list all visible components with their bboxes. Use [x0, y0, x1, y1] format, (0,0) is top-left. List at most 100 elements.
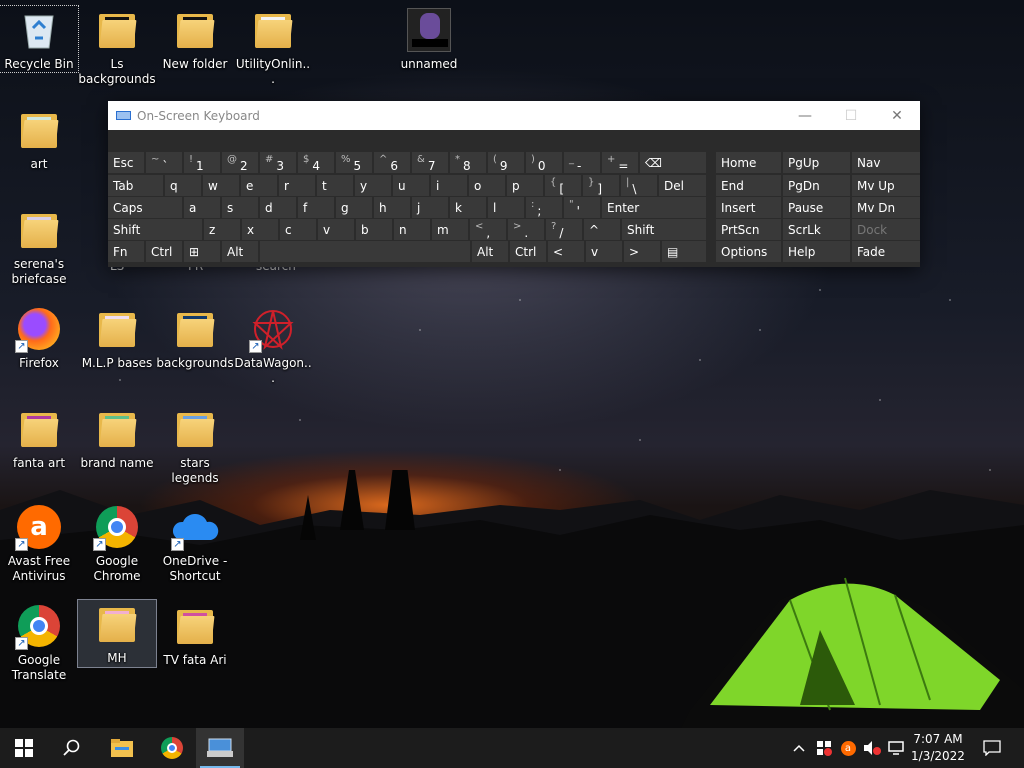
key-row4-5[interactable]: b [356, 219, 392, 240]
key-row5-1[interactable]: Ctrl [146, 241, 182, 262]
key-row2-12[interactable]: }] [583, 175, 619, 196]
nav-key-mv-up[interactable]: Mv Up [852, 175, 920, 196]
key-row2-9[interactable]: o [469, 175, 505, 196]
maximize-button[interactable]: ☐ [828, 101, 874, 130]
desktop-icon-tv-fata-ari[interactable]: TV fata Ari [156, 602, 234, 668]
key-row3-3[interactable]: d [260, 197, 296, 218]
key-row4-12[interactable]: Shift [622, 219, 706, 240]
nav-key-nav[interactable]: Nav [852, 152, 920, 173]
key-row2-3[interactable]: e [241, 175, 277, 196]
action-center-button[interactable] [976, 728, 1008, 768]
key-row5-4[interactable] [260, 241, 470, 262]
minimize-button[interactable]: — [782, 101, 828, 130]
key-row4-2[interactable]: x [242, 219, 278, 240]
key-row1-7[interactable]: ^ 6 [374, 152, 410, 173]
key-row2-1[interactable]: q [165, 175, 201, 196]
key-row3-11[interactable]: " ' [564, 197, 600, 218]
desktop-icon-google-chrome[interactable]: ↗ Google Chrome [78, 503, 156, 584]
key-row4-0[interactable]: Shift [108, 219, 202, 240]
nav-key-pgup[interactable]: PgUp [783, 152, 850, 173]
desktop-icon-firefox[interactable]: ↗ Firefox [0, 305, 78, 371]
key-row2-8[interactable]: i [431, 175, 467, 196]
taskbar-clock[interactable]: 7:07 AM 1/3/2022 [908, 731, 968, 765]
nav-key-scrlk[interactable]: ScrLk [783, 219, 850, 240]
key-row4-4[interactable]: v [318, 219, 354, 240]
desktop-icon-new-folder[interactable]: New folder [156, 6, 234, 72]
key-row4-3[interactable]: c [280, 219, 316, 240]
key-row4-8[interactable]: <, [470, 219, 506, 240]
taskbar-on-screen-keyboard[interactable] [196, 728, 244, 768]
on-screen-keyboard-window[interactable]: On-Screen Keyboard — ☐ ✕ Esc ~ `! 1 @2 #3 $4% 5… [108, 101, 920, 267]
desktop-icon-google-translate[interactable]: ↗ Google Translate [0, 602, 78, 683]
key-row1-11[interactable]: ) 0 [526, 152, 562, 173]
key-row4-10[interactable]: ? / [546, 219, 582, 240]
desktop-icon-onedrive[interactable]: ↗ OneDrive - Shortcut [156, 503, 234, 584]
desktop-icon-unnamed[interactable]: unnamed [390, 6, 468, 72]
desktop-icon-art[interactable]: art [0, 106, 78, 172]
key-row5-2[interactable]: ⊞ [184, 241, 220, 262]
key-row3-10[interactable]: :; [526, 197, 562, 218]
nav-key-pgdn[interactable]: PgDn [783, 175, 850, 196]
key-row5-8[interactable]: v [586, 241, 622, 262]
nav-key-options[interactable]: Options [716, 241, 781, 262]
tray-network[interactable] [884, 728, 908, 768]
nav-key-mv-dn[interactable]: Mv Dn [852, 197, 920, 218]
key-row4-9[interactable]: >. [508, 219, 544, 240]
key-row1-1[interactable]: ~ ` [146, 152, 182, 173]
key-row1-10[interactable]: (9 [488, 152, 524, 173]
desktop-icon-ls-backgrounds[interactable]: Ls backgrounds [78, 6, 156, 87]
key-row5-0[interactable]: Fn [108, 241, 144, 262]
key-row4-6[interactable]: n [394, 219, 430, 240]
key-row1-8[interactable]: & 7 [412, 152, 448, 173]
tray-security[interactable] [812, 728, 836, 768]
tray-avast[interactable]: a [836, 728, 860, 768]
key-row2-5[interactable]: t [317, 175, 353, 196]
key-row4-7[interactable]: m [432, 219, 468, 240]
show-hidden-icons-button[interactable] [788, 728, 810, 768]
key-row2-0[interactable]: Tab [108, 175, 163, 196]
nav-key-dock[interactable]: Dock [852, 219, 920, 240]
key-row3-7[interactable]: j [412, 197, 448, 218]
desktop-icon-avast[interactable]: a ↗ Avast Free Antivirus [0, 503, 78, 584]
key-row2-6[interactable]: y [355, 175, 391, 196]
key-row3-12[interactable]: Enter [602, 197, 706, 218]
desktop-icon-recycle-bin[interactable]: Recycle Bin [0, 5, 79, 73]
key-row3-2[interactable]: s [222, 197, 258, 218]
key-row1-2[interactable]: ! 1 [184, 152, 220, 173]
key-row5-5[interactable]: Alt [472, 241, 508, 262]
key-row1-14[interactable]: ⌫ [640, 152, 706, 173]
desktop-icon-backgrounds[interactable]: backgrounds [156, 305, 234, 371]
taskbar-file-explorer[interactable] [98, 728, 146, 768]
nav-key-insert[interactable]: Insert [716, 197, 781, 218]
key-row3-4[interactable]: f [298, 197, 334, 218]
tray-volume[interactable] [860, 728, 884, 768]
start-button[interactable] [0, 728, 48, 768]
nav-key-home[interactable]: Home [716, 152, 781, 173]
desktop-icon-mlp-bases[interactable]: M.L.P bases [78, 305, 156, 371]
key-row2-2[interactable]: w [203, 175, 239, 196]
nav-key-fade[interactable]: Fade [852, 241, 920, 262]
desktop-icon-fanta-art[interactable]: fanta art [0, 405, 78, 471]
nav-key-end[interactable]: End [716, 175, 781, 196]
key-row1-6[interactable]: % 5 [336, 152, 372, 173]
key-row5-6[interactable]: Ctrl [510, 241, 546, 262]
key-row2-11[interactable]: {[ [545, 175, 581, 196]
key-row4-11[interactable]: ^ [584, 219, 620, 240]
key-row2-7[interactable]: u [393, 175, 429, 196]
key-row1-5[interactable]: $4 [298, 152, 334, 173]
key-row5-10[interactable]: ▤ [662, 241, 706, 262]
key-row1-0[interactable]: Esc [108, 152, 144, 173]
nav-key-prtscn[interactable]: PrtScn [716, 219, 781, 240]
desktop-icon-stars-legends[interactable]: stars legends [156, 405, 234, 486]
key-row5-7[interactable]: < [548, 241, 584, 262]
desktop-icon-brand-name[interactable]: brand name [78, 405, 156, 471]
nav-key-pause[interactable]: Pause [783, 197, 850, 218]
key-row1-12[interactable]: _ - [564, 152, 600, 173]
key-row3-6[interactable]: h [374, 197, 410, 218]
key-row3-1[interactable]: a [184, 197, 220, 218]
desktop-icon-utilityonline[interactable]: UtilityOnlin... [234, 6, 312, 87]
key-row1-4[interactable]: #3 [260, 152, 296, 173]
desktop-icon-mh[interactable]: MH [77, 599, 157, 668]
close-button[interactable]: ✕ [874, 101, 920, 130]
key-row3-9[interactable]: l [488, 197, 524, 218]
